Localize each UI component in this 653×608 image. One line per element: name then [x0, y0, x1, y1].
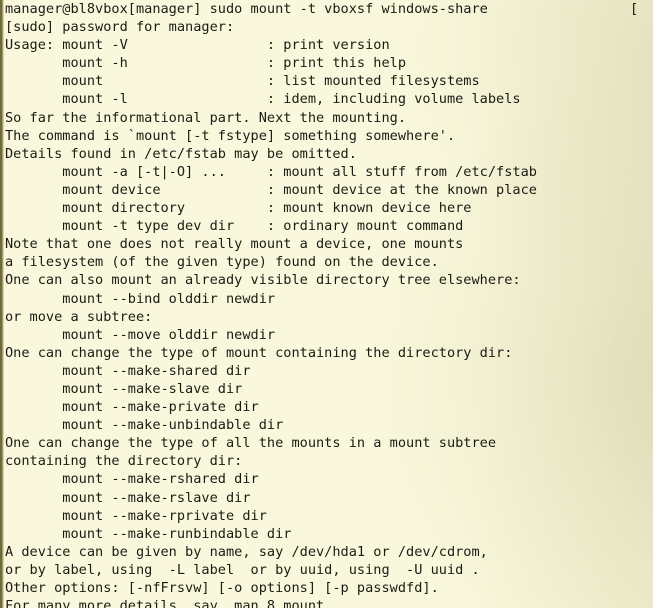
terminal-line: mount : list mounted filesystems	[5, 73, 480, 90]
terminal-line: mount --make-rslave dir	[5, 489, 251, 506]
terminal-line: mount --make-slave dir	[5, 380, 243, 397]
terminal-line: mount --make-rshared dir	[5, 471, 259, 488]
terminal-output-text: manager@bl8vbox[manager] sudo mount -t v…	[5, 0, 653, 608]
terminal-line: For many more details, say man 8 mount .	[5, 598, 341, 608]
terminal-line: Usage: mount -V : print version	[5, 37, 390, 54]
terminal-line: or move a subtree:	[5, 308, 153, 325]
terminal-line: One can change the type of mount contain…	[5, 344, 513, 361]
terminal-line: mount --make-rprivate dir	[5, 507, 267, 524]
terminal-line: manager@bl8vbox[manager] sudo mount -t v…	[5, 1, 488, 17]
terminal-line: [sudo] password for manager:	[5, 19, 235, 36]
terminal-line: mount -a [-t|-O] ... : mount all stuff f…	[5, 163, 537, 180]
terminal-line: So far the informational part. Next the …	[5, 109, 407, 126]
terminal-line: One can also mount an already visible di…	[5, 272, 521, 289]
terminal-line: mount --make-shared dir	[5, 362, 251, 379]
terminal-line: containing the directory dir:	[5, 453, 243, 470]
terminal-line: mount directory : mount known device her…	[5, 200, 472, 217]
terminal-line: mount --make-unbindable dir	[5, 417, 284, 434]
terminal-line: Other options: [-nfFrsvw] [-o options] […	[5, 580, 439, 596]
terminal-line: or by label, using -L label or by uuid, …	[5, 561, 480, 578]
terminal-line: One can change the type of all the mount…	[5, 435, 497, 452]
terminal-line: a filesystem (of the given type) found o…	[5, 254, 439, 271]
terminal-line: mount device : mount device at the known…	[5, 181, 537, 198]
terminal-line: A device can be given by name, say /dev/…	[5, 543, 488, 560]
terminal-line: mount --bind olddir newdir	[5, 290, 276, 307]
terminal-line: mount --move olddir newdir	[5, 326, 276, 343]
terminal-line: Note that one does not really mount a de…	[5, 236, 464, 253]
terminal-line: mount -l : idem, including volume labels	[5, 91, 521, 108]
terminal-line: mount --make-runbindable dir	[5, 525, 292, 542]
terminal-line: Details found in /etc/fstab may be omitt…	[5, 145, 357, 162]
terminal-line: mount -h : print this help	[5, 55, 407, 72]
terminal-left-border	[0, 0, 4, 608]
prompt-trailing-bracket: [	[630, 1, 639, 17]
terminal-line: mount --make-private dir	[5, 399, 259, 416]
terminal-line: mount -t type dev dir : ordinary mount c…	[5, 218, 464, 235]
terminal-line: The command is `mount [-t fstype] someth…	[5, 127, 456, 144]
terminal-window[interactable]: manager@bl8vbox[manager] sudo mount -t v…	[0, 0, 653, 608]
